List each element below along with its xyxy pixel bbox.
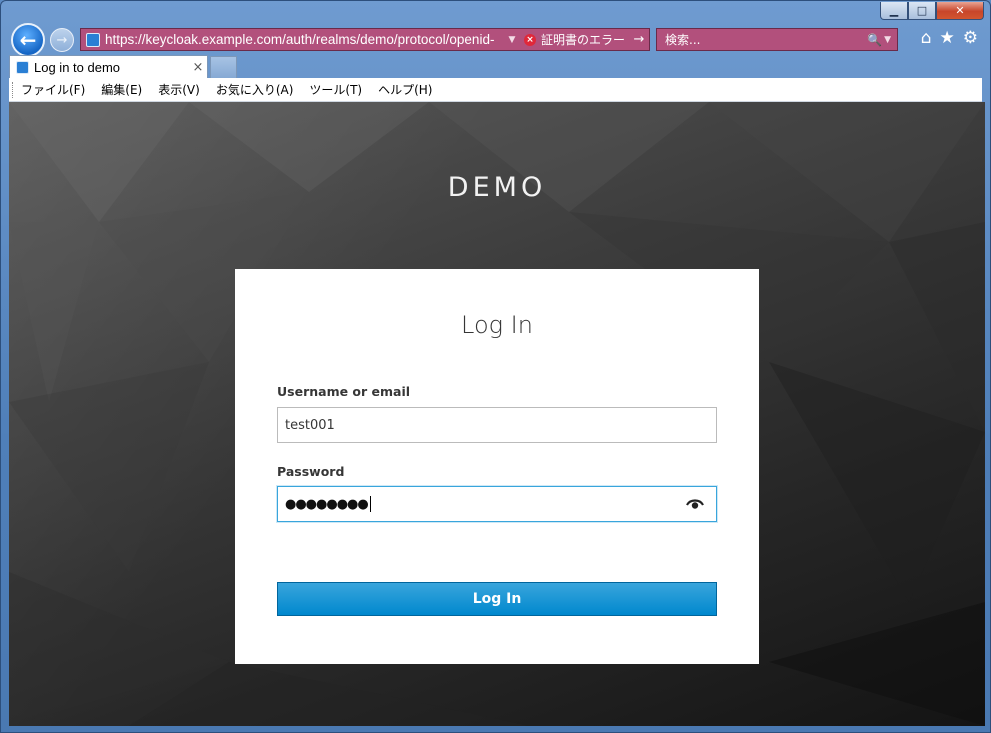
site-favicon-icon bbox=[86, 32, 100, 47]
home-icon[interactable]: ⌂ bbox=[921, 28, 932, 48]
password-label: Password bbox=[277, 464, 345, 479]
login-button[interactable]: Log In bbox=[277, 582, 717, 616]
search-box[interactable]: 検索... 🔍 ▼ bbox=[656, 28, 898, 51]
login-heading: Log In bbox=[461, 311, 533, 339]
address-dropdown-icon[interactable]: ▼ bbox=[504, 35, 520, 45]
page-viewport: DEMO Log In Username or email test001 Pa… bbox=[9, 102, 985, 726]
new-tab-button[interactable] bbox=[210, 56, 237, 78]
login-card: Log In Username or email test001 Passwor… bbox=[235, 269, 759, 664]
tab-close-icon[interactable]: × bbox=[189, 60, 207, 75]
url-text[interactable]: https://keycloak.example.com/auth/realms… bbox=[105, 32, 504, 47]
menu-view[interactable]: 表示(V) bbox=[158, 81, 200, 98]
password-input[interactable]: ●●●●●●●● bbox=[277, 486, 717, 522]
forward-button[interactable]: → bbox=[50, 28, 74, 52]
search-icon[interactable]: 🔍 bbox=[867, 33, 882, 47]
tab-login[interactable]: Log in to demo × bbox=[9, 55, 208, 78]
tab-favicon-icon bbox=[16, 60, 29, 74]
browser-window: ▁ □ ✕ ← → https://keycloak.example.com/a… bbox=[0, 0, 991, 733]
maximize-button[interactable]: □ bbox=[908, 2, 936, 20]
menu-tools[interactable]: ツール(T) bbox=[309, 81, 362, 98]
window-controls: ▁ □ ✕ bbox=[880, 2, 984, 20]
password-mask: ●●●●●●●● bbox=[285, 496, 369, 512]
menu-bar: ファイル(F) 編集(E) 表示(V) お気に入り(A) ツール(T) ヘルプ(… bbox=[9, 78, 982, 102]
error-icon: × bbox=[523, 33, 536, 46]
certificate-error-badge[interactable]: × 証明書のエラー bbox=[520, 31, 629, 48]
gear-icon[interactable]: ⚙ bbox=[963, 28, 978, 48]
back-button[interactable]: ← bbox=[11, 23, 45, 57]
username-label: Username or email bbox=[277, 384, 411, 399]
menu-help[interactable]: ヘルプ(H) bbox=[378, 81, 432, 98]
navigation-bar: ← → https://keycloak.example.com/auth/re… bbox=[9, 23, 982, 57]
text-caret bbox=[369, 496, 371, 512]
search-dropdown-icon[interactable]: ▼ bbox=[884, 35, 891, 45]
go-button[interactable]: → bbox=[629, 32, 649, 47]
address-bar[interactable]: https://keycloak.example.com/auth/realms… bbox=[80, 28, 650, 51]
minimize-button[interactable]: ▁ bbox=[880, 2, 908, 20]
close-window-button[interactable]: ✕ bbox=[936, 2, 984, 20]
browser-toolbar-icons: ⌂ ★ ⚙ bbox=[921, 28, 978, 48]
tab-strip: Log in to demo × bbox=[9, 55, 982, 78]
username-input[interactable]: test001 bbox=[277, 407, 717, 443]
menu-grip bbox=[12, 82, 15, 98]
tab-label: Log in to demo bbox=[34, 59, 121, 75]
search-input[interactable]: 検索... bbox=[665, 31, 867, 48]
favorites-star-icon[interactable]: ★ bbox=[940, 28, 955, 48]
menu-file[interactable]: ファイル(F) bbox=[21, 81, 85, 98]
certificate-error-label: 証明書のエラー bbox=[540, 33, 625, 47]
eye-icon[interactable] bbox=[686, 497, 704, 511]
menu-edit[interactable]: 編集(E) bbox=[101, 81, 142, 98]
realm-title: DEMO bbox=[447, 172, 547, 203]
username-value: test001 bbox=[285, 417, 335, 433]
menu-favorites[interactable]: お気に入り(A) bbox=[216, 81, 294, 98]
